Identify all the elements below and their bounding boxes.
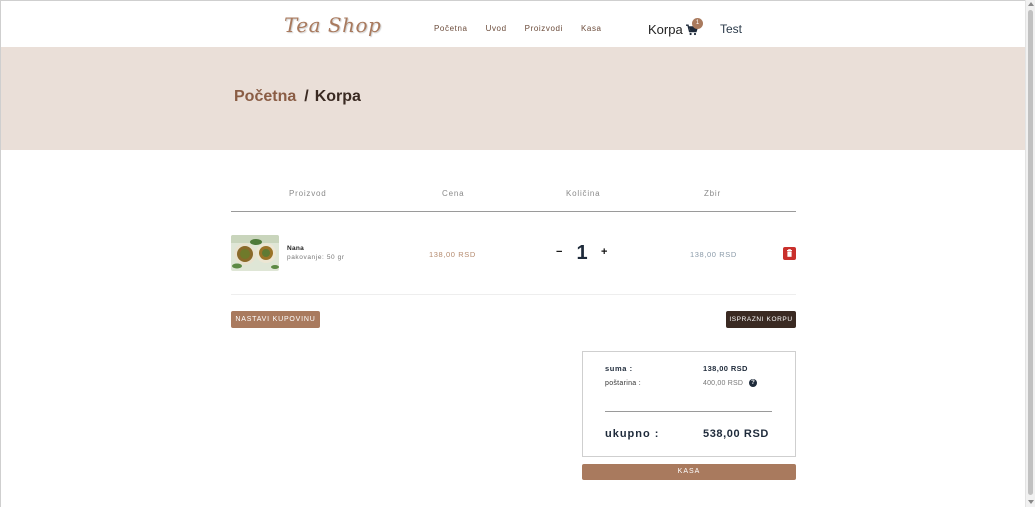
postage-value: 400,00 RSD <box>703 380 744 387</box>
cart-row: Nana pakovanje: 50 gr 138,00 RSD − 1 + 1… <box>231 212 796 295</box>
column-header-product: Proizvod <box>289 189 327 198</box>
brand-logo[interactable]: Tea Shop <box>284 13 381 37</box>
navbar: Tea Shop Početna Uvod Proizvodi Kasa Kor… <box>1 1 1025 47</box>
browser-viewport: Tea Shop Početna Uvod Proizvodi Kasa Kor… <box>0 0 1025 507</box>
increase-quantity-button[interactable]: + <box>601 246 607 258</box>
user-account-link[interactable]: Test <box>720 22 742 36</box>
trash-icon <box>787 249 792 257</box>
empty-cart-button[interactable]: ISPRAZNI KORPU <box>726 311 796 328</box>
nav-item-products[interactable]: Proizvodi <box>525 24 563 33</box>
order-summary: suma : 138,00 RSD poštarina : 400,00 RSD… <box>582 351 796 457</box>
remove-item-button[interactable] <box>783 247 796 260</box>
postage-label: poštarina : <box>605 380 641 387</box>
vertical-scrollbar[interactable] <box>1025 0 1035 507</box>
continue-shopping-button[interactable]: NASTAVI KUPOVINU <box>231 311 320 328</box>
scroll-down-arrow-icon[interactable] <box>1028 500 1034 504</box>
subtotal-value: 138,00 RSD <box>703 364 748 373</box>
nav-item-checkout[interactable]: Kasa <box>581 24 602 33</box>
breadcrumb-separator: / <box>304 88 309 105</box>
quantity-value: 1 <box>576 242 588 264</box>
cart-link[interactable]: Korpa <box>648 22 699 37</box>
product-description: pakovanje: 50 gr <box>287 254 345 261</box>
column-header-quantity: Količina <box>566 189 601 198</box>
summary-divider <box>605 411 772 412</box>
breadcrumb-current: Korpa <box>314 88 361 105</box>
breadcrumb: Početna / Korpa <box>234 88 361 106</box>
row-total: 138,00 RSD <box>690 250 737 259</box>
column-header-total: Zbir <box>704 189 721 198</box>
nav-item-home[interactable]: Početna <box>434 24 468 33</box>
product-price: 138,00 RSD <box>429 250 476 259</box>
grand-total-label: ukupno : <box>605 428 660 440</box>
cart-table-header: Proizvod Cena Količina Zbir <box>231 187 796 212</box>
nav-item-intro[interactable]: Uvod <box>486 24 507 33</box>
product-name: Nana <box>287 245 305 252</box>
subtotal-label: suma : <box>605 364 633 373</box>
checkout-button[interactable]: KASA <box>582 464 796 480</box>
grand-total-value: 538,00 RSD <box>703 428 769 440</box>
cart-link-label: Korpa <box>648 22 683 37</box>
main-nav: Početna Uvod Proizvodi Kasa <box>434 24 620 33</box>
scroll-up-arrow-icon[interactable] <box>1028 2 1034 6</box>
help-icon[interactable]: ? <box>749 379 757 387</box>
cart-count-badge: 1 <box>692 18 703 29</box>
breadcrumb-banner: Početna / Korpa <box>1 47 1025 150</box>
product-image <box>231 235 279 271</box>
scrollbar-thumb[interactable] <box>1028 10 1033 495</box>
column-header-price: Cena <box>442 189 465 198</box>
breadcrumb-home-link[interactable]: Početna <box>234 88 296 105</box>
quantity-stepper: − 1 + <box>556 242 616 266</box>
decrease-quantity-button[interactable]: − <box>556 246 562 258</box>
